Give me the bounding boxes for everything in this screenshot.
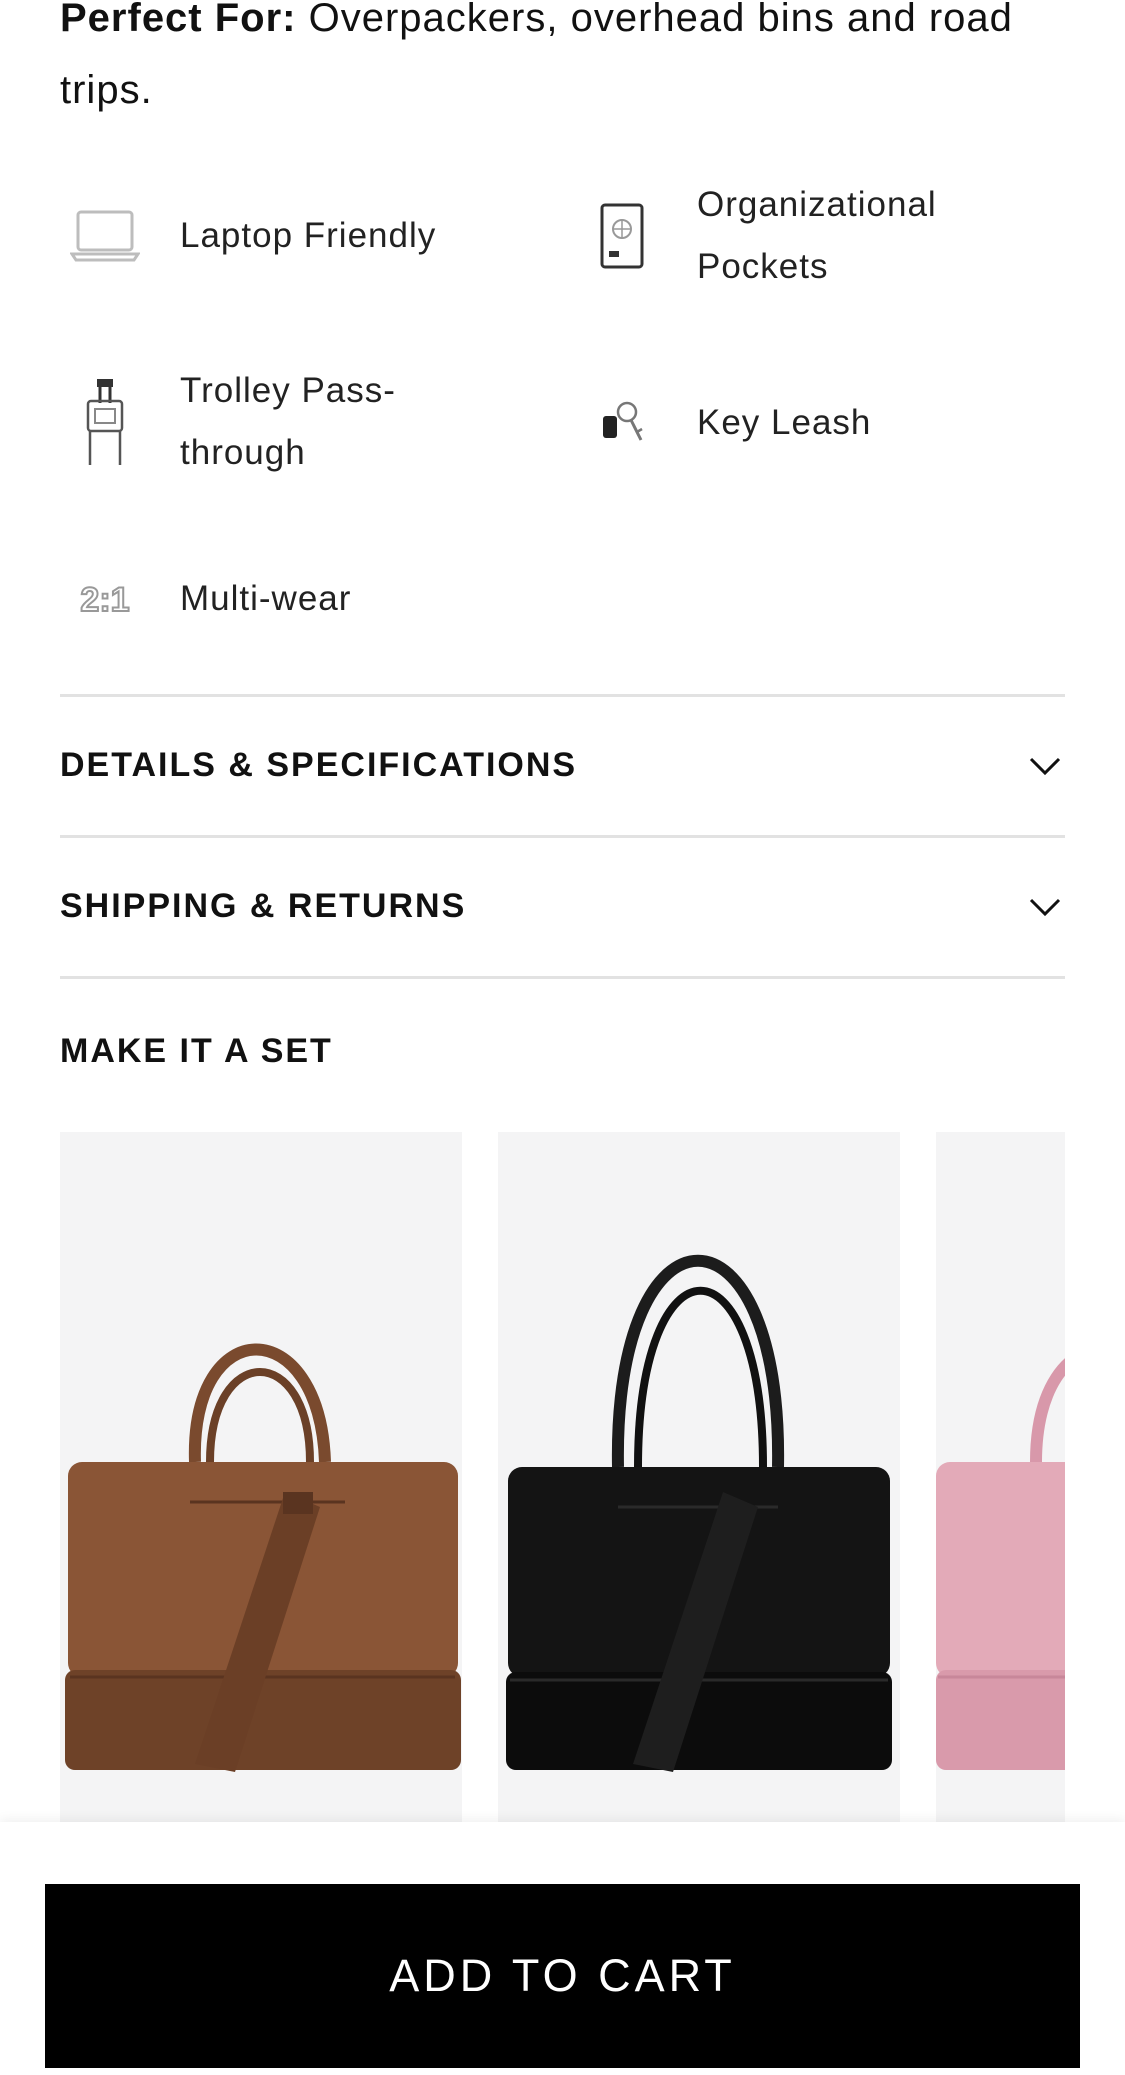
perfect-for-label: Perfect For: (60, 0, 297, 40)
make-it-a-set-carousel[interactable] (60, 1132, 1065, 1832)
product-card-brown-bag[interactable] (60, 1132, 462, 1832)
chevron-down-icon (1029, 898, 1061, 917)
trolley-icon (60, 377, 150, 467)
accordion-title: DETAILS & SPECIFICATIONS (60, 745, 578, 784)
keys-icon (577, 378, 667, 468)
laptop-icon (60, 191, 150, 281)
feature-label: Trolley Pass-through (180, 371, 396, 472)
feature-multi-wear: 2:1 Multi-wear (60, 554, 351, 644)
product-image-brown-bag (65, 1343, 461, 1772)
make-it-a-set-title: MAKE IT A SET (60, 1032, 333, 1070)
feature-trolley-pass-through: Trolley Pass-through (60, 360, 440, 484)
perfect-for-text: Perfect For: Overpackers, overhead bins … (60, 0, 1065, 126)
product-card-pink-bag[interactable] (936, 1132, 1065, 1832)
product-card-black-bag[interactable] (498, 1132, 900, 1832)
sticky-cart-bar: ADD TO CART (0, 1822, 1125, 2075)
svg-text:2:1: 2:1 (80, 581, 129, 619)
product-image-black-bag (506, 1255, 892, 1772)
passport-icon (577, 191, 667, 281)
feature-key-leash: Key Leash (577, 378, 871, 468)
feature-label: Key Leash (697, 403, 872, 442)
feature-label: Laptop Friendly (180, 216, 437, 255)
chevron-down-icon (1029, 757, 1061, 776)
feature-organizational-pockets: Organizational Pockets (577, 174, 997, 298)
accordion-shipping-returns[interactable]: SHIPPING & RETURNS (60, 838, 1065, 974)
accordion-title: SHIPPING & RETURNS (60, 886, 467, 925)
two-in-one-icon: 2:1 (60, 554, 150, 644)
add-to-cart-button[interactable]: ADD TO CART (45, 1884, 1080, 2068)
feature-label: Organizational Pockets (697, 185, 937, 286)
divider (60, 976, 1065, 979)
feature-laptop-friendly: Laptop Friendly (60, 191, 436, 281)
product-image-pink-bag (936, 1358, 1065, 1770)
feature-label: Multi-wear (180, 579, 352, 618)
accordion-details-specifications[interactable]: DETAILS & SPECIFICATIONS (60, 697, 1065, 833)
